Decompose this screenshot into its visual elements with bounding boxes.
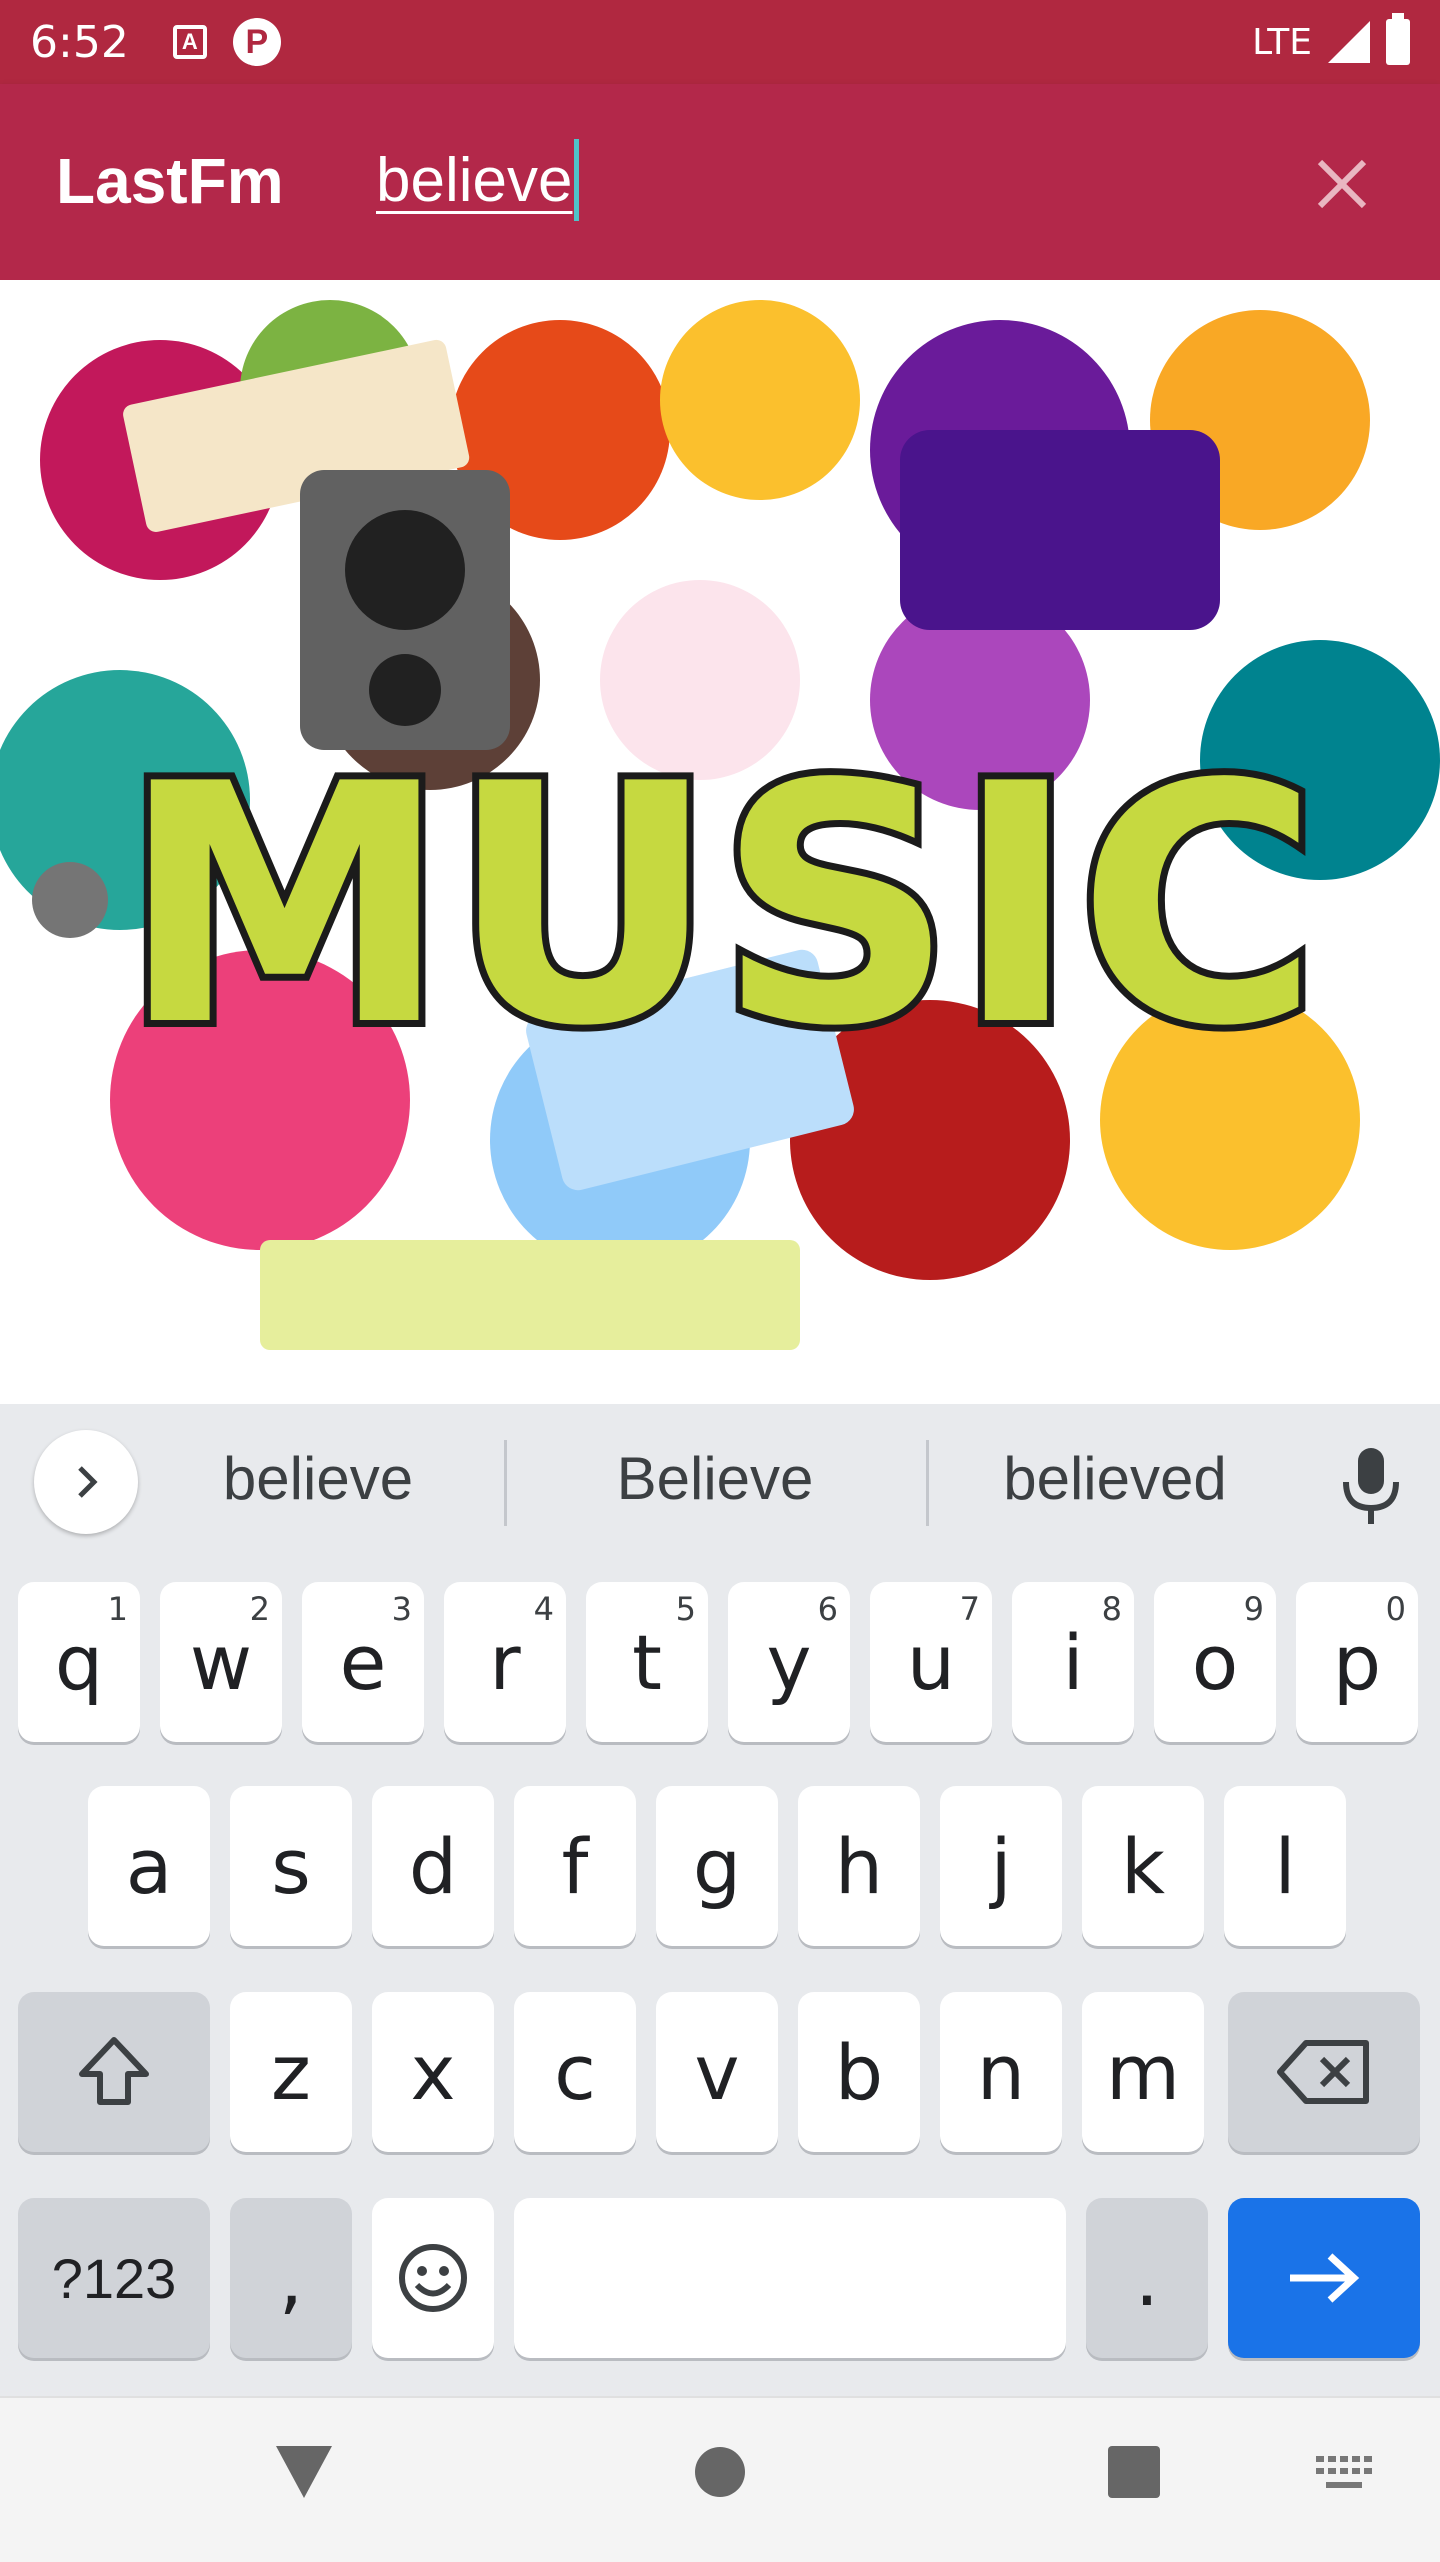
key-l[interactable]: l (1224, 1786, 1346, 1946)
comma-key[interactable]: , (230, 2198, 352, 2358)
notification-p-icon: P (232, 18, 281, 66)
space-key[interactable] (514, 2198, 1066, 2358)
suggestion-2[interactable]: Believe (560, 1444, 870, 1513)
search-input-value: believe (376, 145, 573, 215)
key-i[interactable]: i8 (1012, 1582, 1134, 1742)
key-q[interactable]: q1 (18, 1582, 140, 1742)
microphone-icon[interactable] (1336, 1446, 1406, 1526)
key-s[interactable]: s (230, 1786, 352, 1946)
key-v[interactable]: v (656, 1992, 778, 2152)
home-icon[interactable] (694, 2446, 746, 2498)
key-t[interactable]: t5 (586, 1582, 708, 1742)
search-input[interactable]: believe (376, 138, 580, 222)
soft-keyboard: believe Believe believed q1 w2 e3 r4 t5 … (0, 1404, 1440, 2396)
key-z[interactable]: z (230, 1992, 352, 2152)
key-p[interactable]: p0 (1296, 1582, 1418, 1742)
key-c[interactable]: c (514, 1992, 636, 2152)
key-n[interactable]: n (940, 1992, 1062, 2152)
key-j[interactable]: j (940, 1786, 1062, 1946)
status-time: 6:52 (30, 16, 129, 68)
close-icon (1317, 159, 1367, 209)
svg-text:MUSIC: MUSIC (121, 714, 1320, 1098)
back-icon[interactable] (274, 2444, 334, 2500)
battery-icon (1386, 13, 1410, 65)
emoji-icon (399, 2244, 467, 2312)
suggestion-bar: believe Believe believed (0, 1404, 1440, 1560)
chevron-right-icon (78, 1466, 98, 1498)
text-cursor (574, 139, 580, 221)
suggestion-1[interactable]: believe (160, 1444, 476, 1513)
backspace-key[interactable] (1228, 1992, 1420, 2152)
music-collage-image: MUSIC (0, 280, 1440, 1404)
suggestion-divider (926, 1440, 929, 1526)
suggestion-3[interactable]: believed (960, 1444, 1270, 1513)
signal-icon (1328, 21, 1370, 63)
recents-icon[interactable] (1108, 2446, 1160, 2498)
key-g[interactable]: g (656, 1786, 778, 1946)
suggestion-divider (504, 1440, 507, 1526)
key-h[interactable]: h (798, 1786, 920, 1946)
go-key[interactable] (1228, 2198, 1420, 2358)
key-f[interactable]: f (514, 1786, 636, 1946)
navigation-bar (0, 2396, 1440, 2562)
key-x[interactable]: x (372, 1992, 494, 2152)
key-r[interactable]: r4 (444, 1582, 566, 1742)
symbols-key[interactable]: ?123 (18, 2198, 210, 2358)
status-bar: 6:52 A P LTE (0, 0, 1440, 84)
clear-search-button[interactable] (1306, 148, 1378, 220)
key-o[interactable]: o9 (1154, 1582, 1276, 1742)
app-bar: LastFm believe (0, 84, 1440, 280)
key-u[interactable]: u7 (870, 1582, 992, 1742)
period-key[interactable]: . (1086, 2198, 1208, 2358)
keyboard-switch-icon[interactable] (1316, 2456, 1372, 2492)
key-a[interactable]: a (88, 1786, 210, 1946)
key-k[interactable]: k (1082, 1786, 1204, 1946)
network-type: LTE (1252, 21, 1312, 63)
key-y[interactable]: y6 (728, 1582, 850, 1742)
key-w[interactable]: w2 (160, 1582, 282, 1742)
emoji-key[interactable] (372, 2198, 494, 2358)
key-e[interactable]: e3 (302, 1582, 424, 1742)
expand-suggestions-button[interactable] (34, 1430, 138, 1534)
shift-key[interactable] (18, 1992, 210, 2152)
app-title: LastFm (56, 145, 284, 217)
key-m[interactable]: m (1082, 1992, 1204, 2152)
notification-a-icon: A (172, 25, 207, 59)
shift-icon (79, 2037, 149, 2105)
backspace-icon (1277, 2040, 1369, 2104)
arrow-right-icon (1290, 2253, 1360, 2303)
key-b[interactable]: b (798, 1992, 920, 2152)
key-d[interactable]: d (372, 1786, 494, 1946)
